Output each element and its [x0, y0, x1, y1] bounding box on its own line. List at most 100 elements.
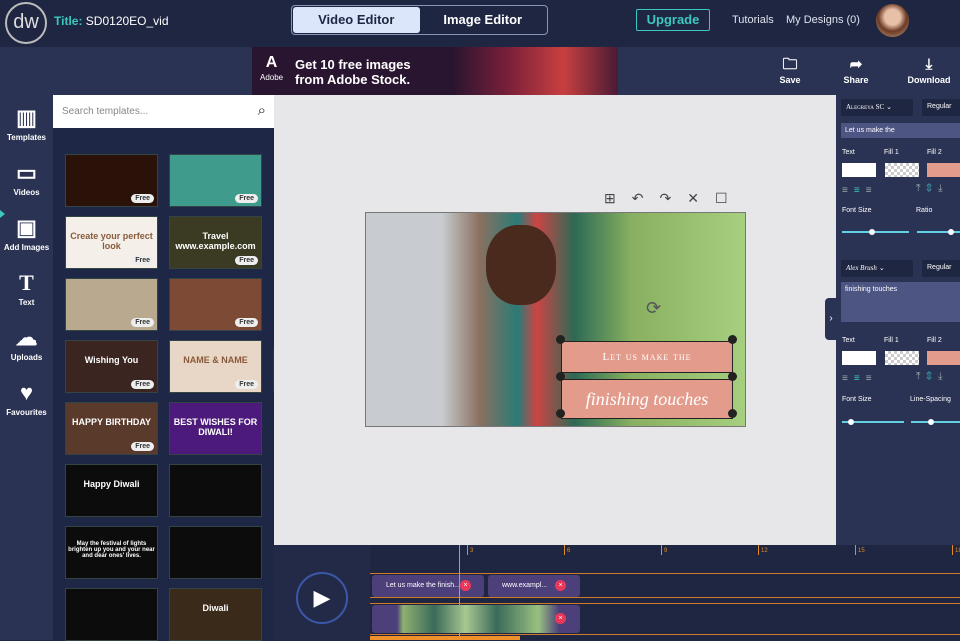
font-size-slider-1[interactable]: [842, 229, 909, 235]
slider-knob[interactable]: [848, 419, 855, 425]
video-frame[interactable]: ⟳ Let us make the finishing touches: [365, 212, 746, 427]
logo[interactable]: dw: [5, 2, 47, 44]
sidebar-item-videos[interactable]: ▭ Videos: [0, 158, 53, 197]
adobe-logo: A Adobe: [260, 54, 284, 83]
font-size-slider-2[interactable]: [842, 419, 904, 425]
canvas-area: ⊞ ↶ ↷ ✕ ☐ ⟳ Let us make the finishing touche…: [274, 95, 836, 545]
template-text: Happy Diwali: [83, 479, 140, 489]
template-thumbnail[interactable]: BEST WISHES FOR DIWALI!: [169, 402, 262, 455]
template-thumbnail[interactable]: [169, 464, 262, 517]
my-designs-link[interactable]: My Designs (0): [786, 14, 860, 26]
resize-handle[interactable]: [728, 409, 737, 418]
slider-knob[interactable]: [948, 229, 955, 235]
slider-knob[interactable]: [869, 229, 876, 235]
progress-bar[interactable]: [370, 636, 520, 640]
top-header: dw Title: SD0120EO_vid Video Editor Imag…: [0, 0, 960, 47]
play-button[interactable]: ▶: [296, 572, 348, 624]
template-thumbnail[interactable]: [169, 526, 262, 579]
text-icon: T: [19, 270, 34, 295]
resize-handle[interactable]: [728, 335, 737, 344]
font-select-2[interactable]: Alex Brush ⌄: [841, 260, 913, 277]
remove-clip-icon[interactable]: ×: [555, 580, 566, 591]
adobe-stock-ad[interactable]: A Adobe Get 10 free images from Adobe Sto…: [252, 47, 618, 95]
sidebar-item-add-images[interactable]: ▣ Add Images: [0, 213, 53, 252]
vertical-align-buttons[interactable]: ⤒⇕⤓: [916, 183, 949, 194]
search-icon[interactable]: ⌕: [258, 102, 266, 119]
templates-panel: Search templates... ⌕ Free Free Create you…: [53, 95, 274, 641]
remove-clip-icon[interactable]: ×: [460, 580, 471, 591]
resize-handle[interactable]: [556, 409, 565, 418]
font-select-1[interactable]: Alegreya SC ⌄: [841, 99, 913, 116]
template-thumbnail[interactable]: Create your perfect look Free: [65, 216, 158, 269]
tab-image-editor[interactable]: Image Editor: [420, 7, 547, 33]
resize-handle[interactable]: [728, 372, 737, 381]
editor-mode-toggle: Video Editor Image Editor: [291, 5, 548, 35]
line-spacing-slider[interactable]: [911, 419, 960, 425]
fullscreen-icon[interactable]: ☐: [715, 190, 728, 207]
template-thumbnail[interactable]: Free: [169, 278, 262, 331]
fill1-swatch[interactable]: [885, 163, 919, 177]
video-clip[interactable]: ×: [372, 605, 580, 633]
align-buttons[interactable]: ≡≡≡: [842, 185, 878, 196]
fill2-swatch[interactable]: [927, 351, 960, 365]
person-figure: [486, 225, 556, 305]
fill1-swatch[interactable]: [885, 351, 919, 365]
template-thumbnail[interactable]: Free: [65, 278, 158, 331]
text-input-2[interactable]: finishing touches: [841, 282, 960, 322]
text-layer-1[interactable]: Let us make the: [561, 341, 733, 373]
playhead[interactable]: [459, 545, 460, 640]
folder-icon: 🗀: [782, 56, 798, 73]
template-thumbnail[interactable]: Diwali: [169, 588, 262, 641]
template-thumbnail[interactable]: [65, 588, 158, 641]
text-color-swatch[interactable]: [842, 351, 876, 365]
sidebar-item-favourites[interactable]: ♥ Favourites: [0, 378, 53, 417]
tab-video-editor[interactable]: Video Editor: [293, 7, 420, 33]
template-text: Create your perfect look: [70, 231, 153, 251]
sidebar-footer: [0, 545, 53, 640]
title-value[interactable]: SD0120EO_vid: [86, 14, 169, 28]
tutorials-link[interactable]: Tutorials: [732, 14, 774, 26]
sidebar-nav: ▥ Templates ▭ Videos ▣ Add Images T Text ☁ Up…: [0, 95, 53, 545]
style-select-2[interactable]: Regular: [922, 260, 960, 277]
playback-area: ▶: [274, 545, 370, 640]
text-layer-2[interactable]: finishing touches: [561, 379, 733, 419]
redo-icon[interactable]: ↷: [659, 190, 671, 207]
timeline-clip[interactable]: Let us make the finish... ×: [372, 575, 484, 597]
template-text: NAME & NAME: [183, 355, 248, 365]
template-thumbnail[interactable]: HAPPY BIRTHDAY Free: [65, 402, 158, 455]
sidebar-item-text[interactable]: T Text: [0, 268, 53, 307]
timeline-clip[interactable]: www.exampl... ×: [488, 575, 580, 597]
fill2-swatch[interactable]: [927, 163, 960, 177]
resize-handle[interactable]: [556, 335, 565, 344]
template-thumbnail[interactable]: NAME & NAME Free: [169, 340, 262, 393]
text-color-swatch[interactable]: [842, 163, 876, 177]
undo-icon[interactable]: ↶: [632, 190, 644, 207]
save-button[interactable]: 🗀 Save: [765, 55, 815, 85]
avatar[interactable]: [876, 4, 909, 37]
search-input[interactable]: Search templates...: [53, 95, 274, 128]
template-thumbnail[interactable]: Travel www.example.com Free: [169, 216, 262, 269]
remove-clip-icon[interactable]: ×: [555, 613, 566, 624]
grid-icon[interactable]: ⊞: [604, 190, 616, 207]
rotate-icon[interactable]: ⟳: [646, 298, 661, 319]
template-thumbnail[interactable]: Free: [65, 154, 158, 207]
download-button[interactable]: ⤓ Download: [904, 55, 954, 85]
template-thumbnail[interactable]: Happy Diwali: [65, 464, 158, 517]
resize-handle[interactable]: [556, 372, 565, 381]
style-select-1[interactable]: Regular: [922, 99, 960, 116]
slider-knob[interactable]: [927, 419, 934, 425]
upgrade-button[interactable]: Upgrade: [636, 9, 710, 31]
template-thumbnail[interactable]: May the festival of lights brighten up y…: [65, 526, 158, 579]
close-icon[interactable]: ✕: [687, 190, 699, 207]
line-spacing-label: Line-Spacing: [910, 396, 951, 403]
share-button[interactable]: ➦ Share: [831, 55, 881, 85]
sidebar-item-templates[interactable]: ▥ Templates: [0, 103, 53, 142]
text-input-1[interactable]: Let us make the: [841, 123, 960, 138]
template-thumbnail[interactable]: Free: [169, 154, 262, 207]
download-icon: ⤓: [925, 56, 933, 73]
ratio-slider[interactable]: [917, 229, 960, 235]
sidebar-item-uploads[interactable]: ☁ Uploads: [0, 323, 53, 362]
template-thumbnail[interactable]: Wishing You Free: [65, 340, 158, 393]
align-buttons[interactable]: ≡≡≡: [842, 373, 878, 384]
vertical-align-buttons[interactable]: ⤒⇕⤓: [916, 371, 949, 382]
